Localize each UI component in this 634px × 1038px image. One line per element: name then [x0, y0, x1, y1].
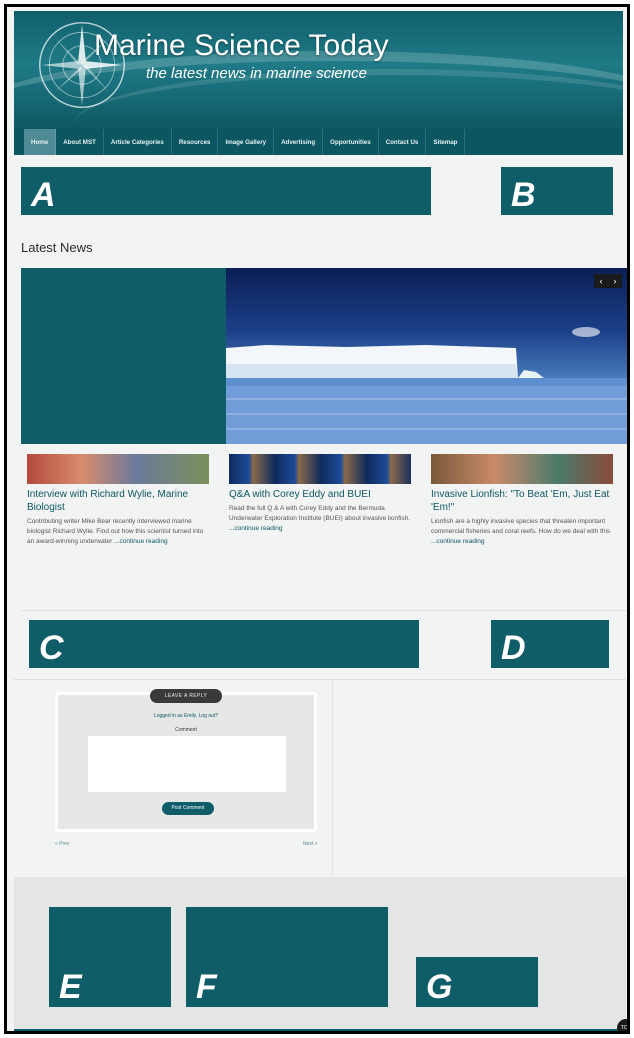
block-label-e: E	[59, 968, 82, 1006]
block-label-a: A	[31, 176, 56, 214]
column-divider	[332, 679, 333, 877]
article-card: Interview with Richard Wylie, Marine Bio…	[27, 454, 209, 547]
placeholder-block-g: G	[416, 957, 538, 1007]
nav-item-advertising[interactable]: Advertising	[274, 129, 324, 155]
block-label-c: C	[39, 629, 64, 667]
leave-reply-badge: LEAVE A REPLY	[150, 689, 222, 703]
section-divider	[21, 610, 627, 611]
news-slider[interactable]: ‹ ›	[21, 268, 627, 444]
continue-reading-link[interactable]: ...continue reading	[114, 538, 167, 545]
placeholder-block-c: C	[29, 620, 419, 668]
latest-news-heading: Latest News	[21, 240, 93, 255]
article-card: Q&A with Corey Eddy and BUEI Read the fu…	[229, 454, 411, 534]
nav-item-article-categories[interactable]: Article Categories	[104, 129, 172, 155]
site-header: Marine Science Today the latest news in …	[14, 11, 623, 129]
next-link[interactable]: Next »	[303, 841, 317, 847]
nav-item-resources[interactable]: Resources	[172, 129, 219, 155]
nav-item-image-gallery[interactable]: Image Gallery	[218, 129, 275, 155]
placeholder-block-d: D	[491, 620, 609, 668]
article-excerpt-text: Read the full Q & A with Corey Eddy and …	[229, 505, 411, 522]
article-excerpt: Read the full Q & A with Corey Eddy and …	[229, 504, 411, 534]
nav-item-contact[interactable]: Contact Us	[379, 129, 427, 155]
page-frame: Marine Science Today the latest news in …	[4, 4, 630, 1034]
logged-in-text[interactable]: Logged in as Emily. Log out?	[58, 713, 314, 719]
article-thumbnail[interactable]	[229, 454, 411, 484]
continue-reading-link[interactable]: ...continue reading	[431, 538, 484, 545]
main-nav: Home About MST Article Categories Resour…	[14, 129, 623, 155]
article-title[interactable]: Q&A with Corey Eddy and BUEI	[229, 488, 411, 501]
footer-bar	[14, 1029, 626, 1031]
article-thumbnail[interactable]	[27, 454, 209, 484]
nav-item-about[interactable]: About MST	[56, 129, 104, 155]
slider-prev-button[interactable]: ‹	[600, 276, 603, 286]
block-label-f: F	[196, 968, 217, 1006]
site-title[interactable]: Marine Science Today	[94, 29, 389, 63]
continue-reading-link[interactable]: ...continue reading	[229, 525, 282, 532]
slider-next-button[interactable]: ›	[614, 276, 617, 286]
article-excerpt: Lionfish are a highly invasive species t…	[431, 517, 613, 547]
prev-link[interactable]: « Prev	[55, 841, 69, 847]
article-excerpt-text: Lionfish are a highly invasive species t…	[431, 518, 611, 535]
article-thumbnail[interactable]	[431, 454, 613, 484]
nav-item-opportunities[interactable]: Opportunities	[323, 129, 379, 155]
post-comment-button[interactable]: Post Comment	[162, 802, 214, 815]
site-tagline: the latest news in marine science	[146, 65, 367, 82]
placeholder-block-b: B	[501, 167, 613, 215]
block-label-g: G	[426, 968, 453, 1006]
slider-controls: ‹ ›	[594, 274, 622, 288]
section-divider	[14, 679, 626, 680]
comment-label: Comment	[175, 727, 197, 733]
block-label-d: D	[501, 629, 526, 667]
placeholder-block-a: A	[21, 167, 431, 215]
article-title[interactable]: Interview with Richard Wylie, Marine Bio…	[27, 488, 209, 514]
slide-image-iceberg[interactable]	[226, 268, 627, 444]
article-excerpt: Contributing writer Mike Bear recently i…	[27, 517, 209, 547]
article-title[interactable]: Invasive Lionfish: "To Beat 'Em, Just Ea…	[431, 488, 613, 514]
placeholder-block-f: F	[186, 907, 388, 1007]
placeholder-block-e: E	[49, 907, 171, 1007]
block-label-b: B	[511, 176, 536, 214]
back-to-top-button[interactable]: TOP	[617, 1019, 627, 1031]
nav-item-sitemap[interactable]: Sitemap	[426, 129, 466, 155]
comment-form: LEAVE A REPLY Logged in as Emily. Log ou…	[55, 689, 317, 832]
iceberg-illustration	[226, 327, 627, 444]
comment-textarea[interactable]	[88, 736, 286, 792]
nav-item-home[interactable]: Home	[24, 129, 57, 155]
article-card: Invasive Lionfish: "To Beat 'Em, Just Ea…	[431, 454, 613, 547]
